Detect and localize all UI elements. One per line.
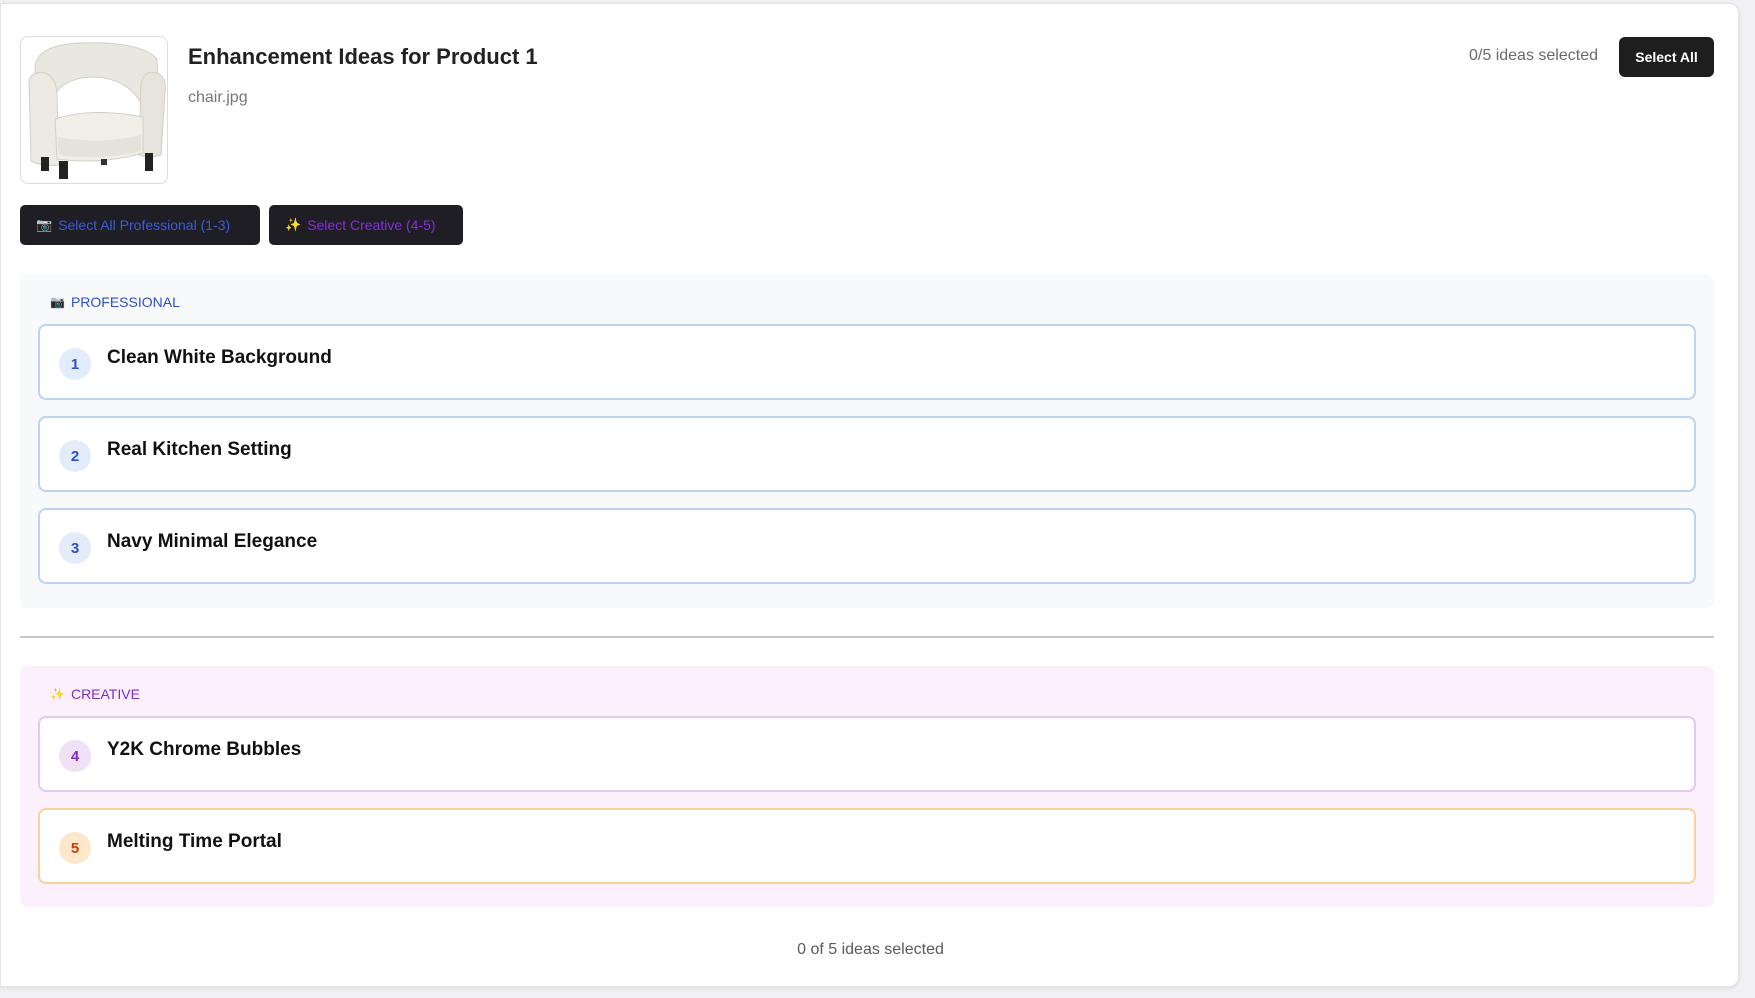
page-title: Enhancement Ideas for Product 1 bbox=[188, 44, 538, 69]
idea-card-2[interactable]: 2 Real Kitchen Setting bbox=[38, 416, 1696, 492]
idea-title: Real Kitchen Setting bbox=[107, 439, 292, 460]
section-divider bbox=[20, 636, 1714, 638]
professional-section-label: PROFESSIONAL bbox=[70, 294, 180, 310]
select-all-button[interactable]: Select All bbox=[1619, 37, 1714, 77]
idea-card-1[interactable]: 1 Clean White Background bbox=[38, 324, 1696, 400]
idea-number-badge: 4 bbox=[59, 740, 91, 772]
camera-icon: 📷 bbox=[36, 217, 53, 232]
creative-section-label: CREATIVE bbox=[70, 686, 140, 702]
idea-number-badge: 5 bbox=[59, 832, 91, 864]
selected-count: 0/5 ideas selected bbox=[1469, 47, 1598, 64]
creative-section-header: ✨ CREATIVE bbox=[50, 686, 140, 702]
footer-selected-count: 0 of 5 ideas selected bbox=[797, 941, 944, 958]
select-all-professional-button[interactable]: 📷 Select All Professional (1-3) bbox=[20, 205, 260, 245]
product-thumbnail bbox=[20, 36, 168, 184]
idea-title: Melting Time Portal bbox=[107, 831, 282, 852]
idea-title: Y2K Chrome Bubbles bbox=[107, 739, 302, 760]
creative-section: ✨ CREATIVE 4 Y2K Chrome Bubbles 5 Meltin… bbox=[20, 666, 1714, 907]
camera-icon: 📷 bbox=[50, 295, 65, 309]
sparkles-icon: ✨ bbox=[285, 217, 302, 232]
select-creative-label: Select Creative (4-5) bbox=[307, 217, 436, 233]
enhancement-panel: Enhancement Ideas for Product 1 chair.jp… bbox=[0, 3, 1739, 987]
idea-card-3[interactable]: 3 Navy Minimal Elegance bbox=[38, 508, 1696, 584]
professional-section: 📷 PROFESSIONAL 1 Clean White Background … bbox=[20, 274, 1714, 608]
sparkles-icon: ✨ bbox=[50, 687, 65, 701]
idea-card-4[interactable]: 4 Y2K Chrome Bubbles bbox=[38, 716, 1696, 792]
file-name: chair.jpg bbox=[188, 89, 248, 106]
idea-number-badge: 3 bbox=[59, 532, 91, 564]
select-creative-button[interactable]: ✨ Select Creative (4-5) bbox=[269, 205, 463, 245]
idea-title: Navy Minimal Elegance bbox=[107, 531, 318, 552]
chair-image bbox=[28, 42, 166, 179]
idea-number-badge: 2 bbox=[59, 440, 91, 472]
idea-card-5[interactable]: 5 Melting Time Portal bbox=[38, 808, 1696, 884]
idea-number-badge: 1 bbox=[59, 348, 91, 380]
professional-section-header: 📷 PROFESSIONAL bbox=[50, 294, 180, 310]
idea-title: Clean White Background bbox=[107, 347, 332, 368]
select-all-professional-label: Select All Professional (1-3) bbox=[58, 217, 231, 233]
